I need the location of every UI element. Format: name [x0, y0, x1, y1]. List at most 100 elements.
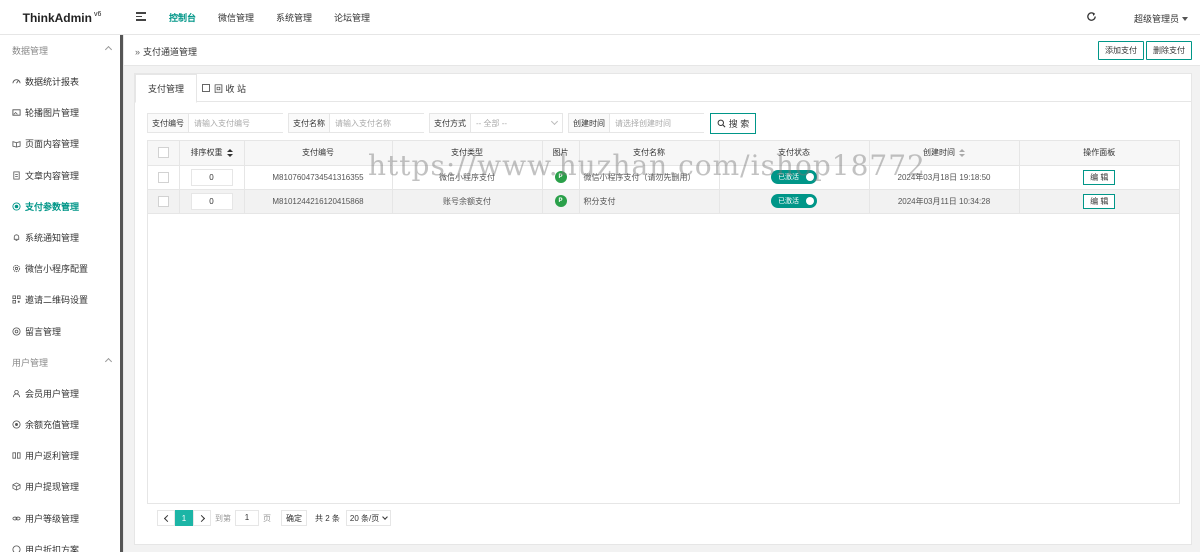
chart-icon — [12, 77, 21, 86]
payment-type-value: -- 全部 -- — [476, 118, 508, 128]
prev-page-button[interactable] — [157, 510, 175, 526]
menu-toggle-icon[interactable] — [136, 12, 146, 21]
tab-bar: 支付管理 回 收 站 — [135, 74, 1191, 103]
column-header-image: 图片 — [542, 141, 580, 166]
chevron-left-icon — [163, 514, 171, 522]
sidebar-item-label: 文章内容管理 — [25, 170, 80, 181]
logo-text: ThinkAdmin — [22, 10, 92, 25]
goto-confirm-button[interactable]: 确定 — [281, 510, 307, 526]
sidebar-item-discount[interactable]: 用户折扣方案 — [0, 534, 123, 552]
topnav-dashboard[interactable]: 控制台 — [169, 11, 196, 24]
sidebar-item-page[interactable]: 页面内容管理 — [0, 128, 123, 159]
sort-weight-input[interactable]: 0 — [190, 192, 233, 210]
payment-table: 排序权重 支付编号 支付类型 图片 支付名称 支付状态 创建时间 操作面板 0 … — [147, 140, 1180, 504]
topnav-wechat[interactable]: 微信管理 — [218, 11, 254, 24]
filter-type-label: 支付方式 — [430, 114, 471, 132]
sidebar-item-miniapp[interactable]: 微信小程序配置 — [0, 253, 123, 284]
filter-code: 支付编号 — [147, 113, 285, 133]
row-checkbox[interactable] — [157, 195, 169, 207]
sidebar-item-article[interactable]: 文章内容管理 — [0, 160, 123, 191]
qrcode-icon — [12, 295, 21, 304]
toggle-knob — [806, 173, 814, 181]
next-page-button[interactable] — [193, 510, 211, 526]
type-cell: 微信小程序支付 — [392, 165, 543, 190]
add-payment-button[interactable]: 添加支付 — [1098, 41, 1144, 60]
topnav-forum[interactable]: 论坛管理 — [334, 11, 370, 24]
search-button[interactable]: 搜 索 — [710, 113, 756, 134]
pagination: 1 到第 1 页 确定 共 2 条 20 条/页 — [157, 510, 392, 526]
sidebar-item-message[interactable]: 留言管理 — [0, 316, 123, 347]
sort-weight-input[interactable]: 0 — [190, 168, 233, 186]
app-logo[interactable]: ThinkAdmin v6 — [0, 0, 124, 35]
page-size-value: 20 条/页 — [349, 513, 380, 523]
payment-name-input[interactable] — [330, 114, 426, 132]
create-time-input[interactable] — [610, 114, 706, 132]
chevron-up-icon — [104, 45, 113, 54]
column-header-time[interactable]: 创建时间 — [869, 141, 1020, 166]
sidebar-group-users[interactable]: 用户管理 — [0, 347, 123, 378]
user-menu[interactable]: 超级管理员 — [1134, 12, 1189, 25]
tab-recycle[interactable]: 回 收 站 — [197, 74, 251, 102]
sort-icon — [959, 149, 965, 158]
refresh-icon[interactable] — [1086, 11, 1097, 22]
column-header-actions: 操作面板 — [1019, 141, 1179, 166]
sidebar-item-payment[interactable]: 支付参数管理 — [0, 191, 123, 222]
sidebar-item-banner[interactable]: 轮播图片管理 — [0, 97, 123, 128]
sidebar-item-rebate[interactable]: 用户返利管理 — [0, 440, 123, 471]
table-row: 0 M8107604734541316355 微信小程序支付 P 微信小程序支付… — [148, 165, 1179, 190]
column-header-status: 支付状态 — [719, 141, 870, 166]
type-cell: 账号余额支付 — [392, 189, 543, 214]
code-cell: M8101244216120415868 — [244, 189, 393, 214]
status-toggle[interactable]: 已激活 — [771, 194, 817, 208]
page-size-select[interactable]: 20 条/页 — [345, 510, 392, 526]
delete-payment-button[interactable]: 删除支付 — [1146, 41, 1192, 60]
filter-name-label: 支付名称 — [289, 114, 330, 132]
row-select-cell — [148, 165, 180, 190]
sidebar-item-members[interactable]: 会员用户管理 — [0, 378, 123, 409]
total-count: 共 2 条 — [315, 513, 340, 523]
cube-icon — [12, 482, 21, 491]
chevron-down-icon — [550, 117, 559, 126]
logo-version: v6 — [93, 11, 102, 18]
sidebar-item-stats[interactable]: 数据统计报表 — [0, 66, 123, 97]
select-all-checkbox[interactable] — [157, 147, 169, 159]
tab-payment[interactable]: 支付管理 — [135, 74, 197, 103]
sidebar-scrollbar[interactable] — [120, 35, 123, 552]
sidebar-item-recharge[interactable]: 余额充值管理 — [0, 409, 123, 440]
column-header-label: 创建时间 — [923, 148, 955, 158]
payment-image[interactable]: P — [554, 171, 567, 183]
name-cell: 积分支付 — [579, 189, 720, 214]
sidebar-item-label: 微信小程序配置 — [25, 264, 89, 275]
page-title: 支付通道管理 — [143, 47, 198, 57]
breadcrumb: » 支付通道管理 — [135, 45, 197, 58]
book-icon — [12, 139, 21, 148]
sidebar-item-level[interactable]: 用户等级管理 — [0, 502, 123, 533]
goto-page-input[interactable]: 1 — [235, 510, 259, 526]
payment-code-input[interactable] — [189, 114, 285, 132]
sidebar-item-label: 用户返利管理 — [25, 451, 80, 462]
sidebar-item-label: 会员用户管理 — [25, 388, 80, 399]
topnav-system[interactable]: 系统管理 — [276, 11, 312, 24]
top-nav: 控制台 微信管理 系统管理 论坛管理 — [158, 0, 381, 35]
sidebar-item-label: 数据统计报表 — [25, 77, 80, 88]
status-toggle[interactable]: 已激活 — [771, 170, 817, 184]
column-header-label: 排序权重 — [190, 148, 223, 158]
payment-image[interactable]: P — [554, 195, 567, 207]
settings-icon — [12, 264, 21, 273]
page-current[interactable]: 1 — [175, 510, 193, 526]
at-icon — [12, 327, 21, 336]
recycle-icon — [201, 84, 210, 92]
edit-button[interactable]: 编 辑 — [1083, 169, 1116, 185]
row-checkbox[interactable] — [157, 171, 169, 183]
page-unit-label: 页 — [263, 513, 271, 523]
column-header-sort[interactable]: 排序权重 — [179, 141, 245, 166]
sidebar-group-data[interactable]: 数据管理 — [0, 35, 123, 66]
image-cell: P — [542, 165, 580, 190]
sidebar-item-withdraw[interactable]: 用户提现管理 — [0, 471, 123, 502]
sidebar-item-label: 用户等级管理 — [25, 513, 80, 524]
filter-code-label: 支付编号 — [148, 114, 189, 132]
sidebar-item-qrcode[interactable]: 邀请二维码设置 — [0, 284, 123, 315]
sidebar-item-notice[interactable]: 系统通知管理 — [0, 222, 123, 253]
edit-button[interactable]: 编 辑 — [1083, 193, 1116, 209]
payment-type-select[interactable]: -- 全部 -- — [471, 114, 562, 132]
